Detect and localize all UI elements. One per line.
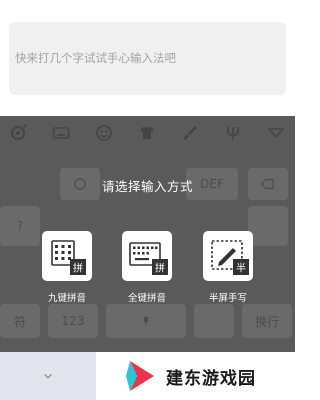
nine-key-pinyin-icon[interactable]: 拼 xyxy=(42,231,92,281)
bg-key-enter: 换行 xyxy=(242,304,292,338)
handwriting-badge: 半 xyxy=(236,262,246,275)
full-key-pinyin-icon[interactable]: 拼 xyxy=(122,231,172,281)
emoji-icon[interactable] xyxy=(95,124,113,142)
input-area xyxy=(0,0,295,116)
text-box[interactable] xyxy=(9,22,286,95)
mode-label: 九键拼音 xyxy=(47,293,86,304)
bg-key-space xyxy=(106,304,186,338)
keyboard-panel: DEF ? 符 123 换行 请选择输入方式 拼 九键拼音 拼 全键拼音 半 半… xyxy=(0,116,295,400)
handwriting-icon[interactable]: 半 xyxy=(203,231,253,281)
bottom-bar: 建东游戏园 xyxy=(0,352,295,400)
mode-half-screen-handwriting[interactable]: 半 半屏手写 xyxy=(199,231,257,304)
watermark: 建东游戏园 xyxy=(96,352,295,400)
mode-label: 半屏手写 xyxy=(208,293,247,304)
overlay-title: 请选择输入方式 xyxy=(101,179,193,194)
hide-keyboard-button[interactable] xyxy=(0,352,96,400)
watermark-text: 建东游戏园 xyxy=(166,368,256,389)
pitchfork-icon[interactable] xyxy=(224,124,242,142)
nine-key-badge: 拼 xyxy=(73,262,83,275)
bg-key-fu: 符 xyxy=(0,304,40,338)
keyboard-icon[interactable] xyxy=(52,124,70,142)
bg-key-123: 123 xyxy=(48,304,98,338)
collapse-icon[interactable] xyxy=(267,124,285,142)
gear-icon[interactable] xyxy=(9,124,27,142)
full-key-badge: 拼 xyxy=(155,262,165,275)
mode-full-key-pinyin[interactable]: 拼 全键拼音 xyxy=(118,231,176,304)
text-input[interactable] xyxy=(15,49,277,67)
keyboard-toolbar xyxy=(0,116,295,150)
bg-key-question: ? xyxy=(0,206,40,246)
watermark-logo xyxy=(122,358,158,394)
brush-icon[interactable] xyxy=(181,124,199,142)
mode-label: 全键拼音 xyxy=(127,293,166,304)
bg-key-comma xyxy=(194,304,234,338)
tshirt-icon[interactable] xyxy=(138,124,156,142)
mode-nine-key-pinyin[interactable]: 拼 九键拼音 xyxy=(38,231,96,304)
chevron-down-icon xyxy=(42,367,54,386)
